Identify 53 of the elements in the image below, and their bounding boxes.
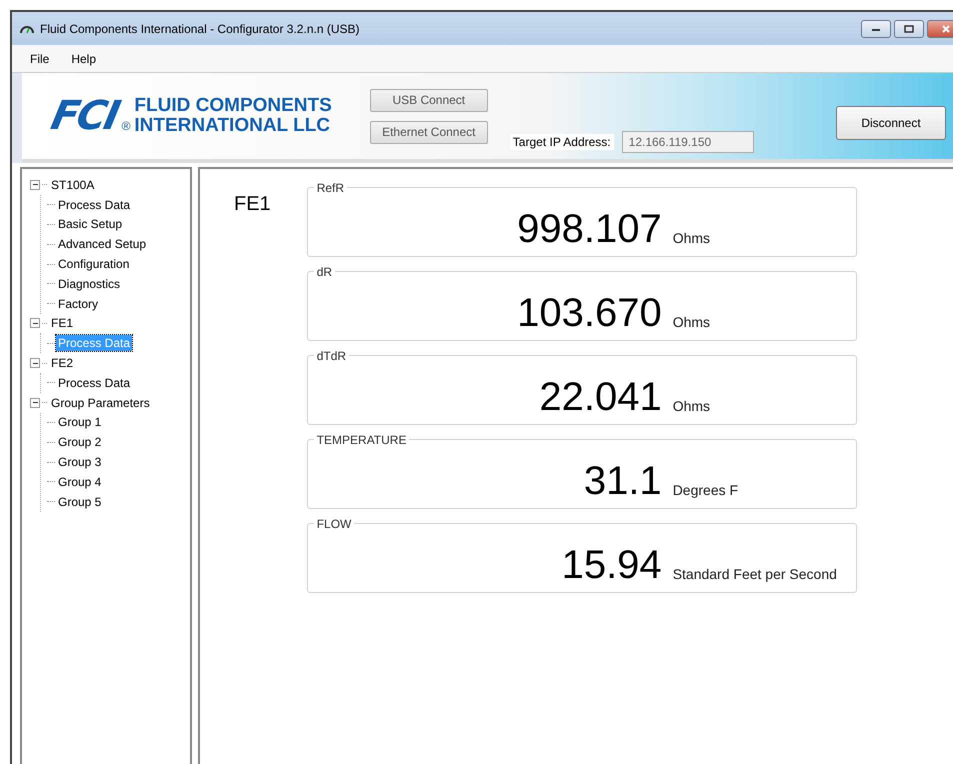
tree-item[interactable]: Configuration bbox=[56, 256, 132, 272]
reading-value: 998.107 bbox=[516, 206, 662, 252]
tree-item[interactable]: Group 4 bbox=[56, 474, 104, 490]
collapse-icon[interactable] bbox=[30, 318, 40, 328]
tree-item[interactable]: FE1 bbox=[49, 315, 76, 332]
tree-item[interactable]: ST100A bbox=[49, 176, 96, 193]
maximize-icon bbox=[904, 24, 914, 32]
tree-item[interactable]: Group 5 bbox=[56, 494, 104, 510]
window-title: Fluid Components International - Configurator 3.2.n.n (USB) bbox=[40, 22, 360, 36]
reading-value: 103.670 bbox=[516, 290, 662, 336]
tree-item[interactable]: Factory bbox=[56, 296, 100, 312]
logo-text: FLUID COMPONENTS bbox=[134, 96, 332, 116]
reading-value: 15.94 bbox=[560, 542, 662, 588]
reading-value: 31.1 bbox=[582, 458, 662, 504]
tree-item[interactable]: Group 1 bbox=[56, 414, 104, 430]
reading-unit: Standard Feet per Second bbox=[672, 566, 838, 584]
tree-item[interactable]: Advanced Setup bbox=[56, 236, 148, 252]
ethernet-connect-button[interactable]: Ethernet Connect bbox=[370, 120, 488, 144]
reading-label: FLOW bbox=[314, 517, 354, 531]
tree-item[interactable]: FE2 bbox=[49, 355, 76, 372]
tree-item[interactable]: Process Data bbox=[56, 374, 132, 391]
tree-item[interactable]: Group 2 bbox=[56, 434, 104, 450]
reading-label: dTdR bbox=[314, 349, 350, 363]
tree-item[interactable]: Process Data bbox=[56, 196, 132, 213]
logo-mark: FCI bbox=[47, 93, 122, 139]
logo-text: INTERNATIONAL LLC bbox=[134, 116, 332, 136]
tree-item[interactable]: Basic Setup bbox=[56, 216, 124, 232]
collapse-icon[interactable] bbox=[30, 180, 40, 190]
maximize-button[interactable] bbox=[894, 20, 924, 38]
ip-address-label: Target IP Address: bbox=[510, 134, 614, 150]
registered-mark: ® bbox=[122, 119, 130, 133]
section-heading: FE1 bbox=[234, 193, 271, 217]
reading-unit: Ohms bbox=[672, 230, 712, 248]
gauge-icon bbox=[20, 23, 34, 34]
menu-item[interactable]: Help bbox=[67, 50, 100, 68]
reading-unit: Ohms bbox=[672, 314, 712, 332]
close-icon bbox=[941, 24, 951, 32]
reading-unit: Degrees F bbox=[672, 482, 740, 500]
menu-item[interactable]: File bbox=[26, 50, 54, 68]
reading-label: RefR bbox=[314, 181, 348, 195]
reading-label: dR bbox=[314, 265, 336, 279]
collapse-icon[interactable] bbox=[30, 358, 40, 368]
reading-label: TEMPERATURE bbox=[314, 433, 410, 447]
tree-item[interactable]: Diagnostics bbox=[56, 276, 122, 292]
ip-address-field[interactable]: 12.166.119.150 bbox=[622, 131, 754, 153]
tree-item[interactable]: Group Parameters bbox=[49, 394, 152, 411]
collapse-icon[interactable] bbox=[30, 398, 40, 408]
disconnect-button[interactable]: Disconnect bbox=[836, 106, 946, 140]
reading-value: 22.041 bbox=[538, 374, 662, 420]
reading-unit: Ohms bbox=[672, 398, 712, 416]
minimize-button[interactable] bbox=[861, 20, 891, 38]
usb-connect-button[interactable]: USB Connect bbox=[370, 88, 488, 112]
tree-item[interactable]: Group 3 bbox=[56, 454, 104, 470]
